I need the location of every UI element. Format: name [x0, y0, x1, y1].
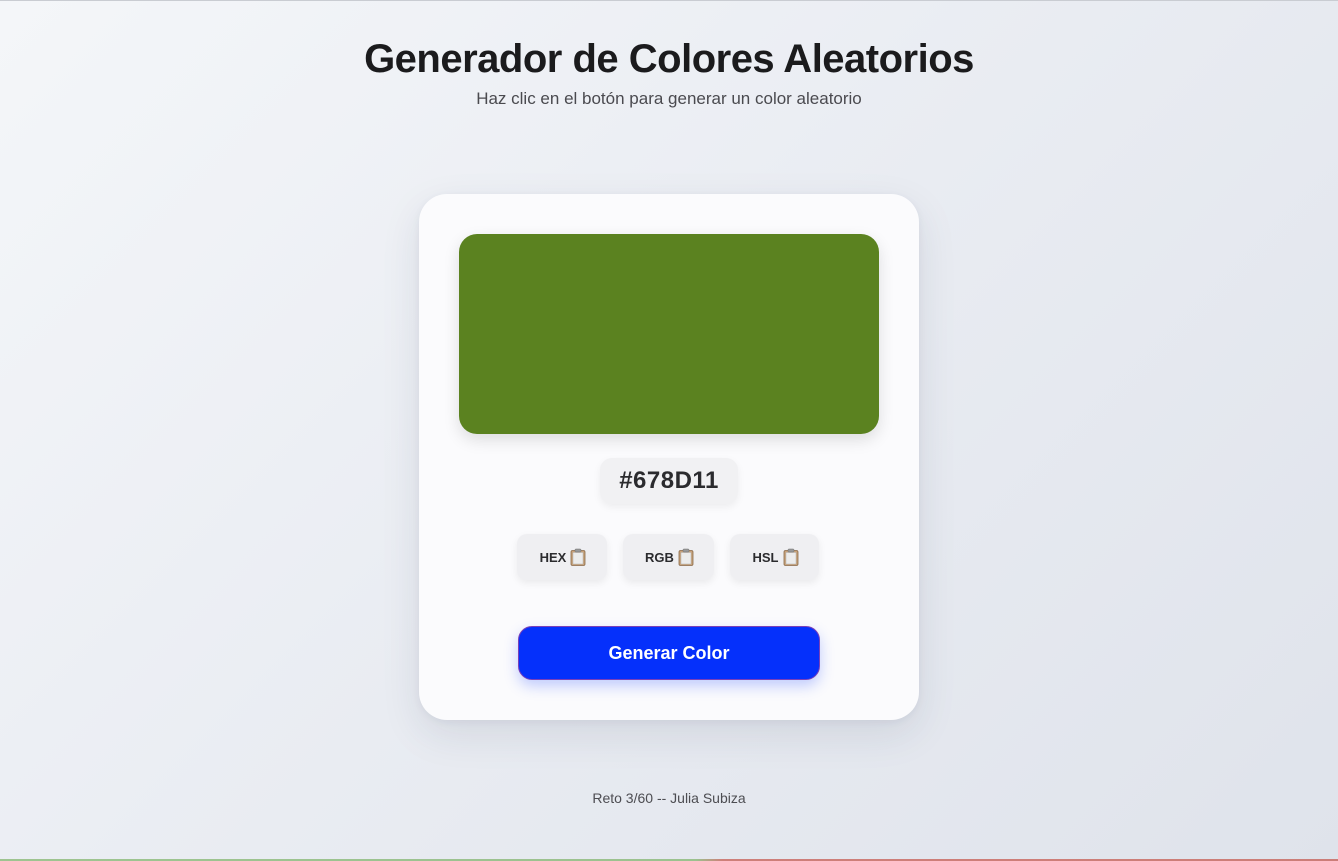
page-title: Generador de Colores Aleatorios [364, 37, 974, 81]
copy-buttons-row: HEX RGB HSL [517, 534, 821, 580]
clipboard-icon [678, 548, 694, 566]
copy-hsl-button[interactable]: HSL [730, 534, 819, 580]
page-header: Generador de Colores Aleatorios Haz clic… [0, 35, 1338, 109]
copy-rgb-button[interactable]: RGB [623, 534, 714, 580]
clipboard-icon [570, 548, 586, 566]
copy-rgb-label: RGB [645, 549, 674, 565]
copy-hex-label: HEX [539, 549, 567, 565]
color-card: #678D11 HEX RGB HSL Generar Color [419, 194, 919, 720]
copy-hsl-label: HSL [752, 549, 779, 565]
footer-credit: Reto 3/60 -- Julia Subiza [592, 790, 746, 806]
generate-color-button[interactable]: Generar Color [518, 626, 820, 680]
hex-code-display: #678D11 [600, 458, 738, 504]
page-subtitle: Haz clic en el botón para generar un col… [476, 89, 862, 108]
color-swatch [459, 234, 879, 434]
copy-hex-button[interactable]: HEX [517, 534, 607, 580]
clipboard-icon [783, 548, 798, 566]
